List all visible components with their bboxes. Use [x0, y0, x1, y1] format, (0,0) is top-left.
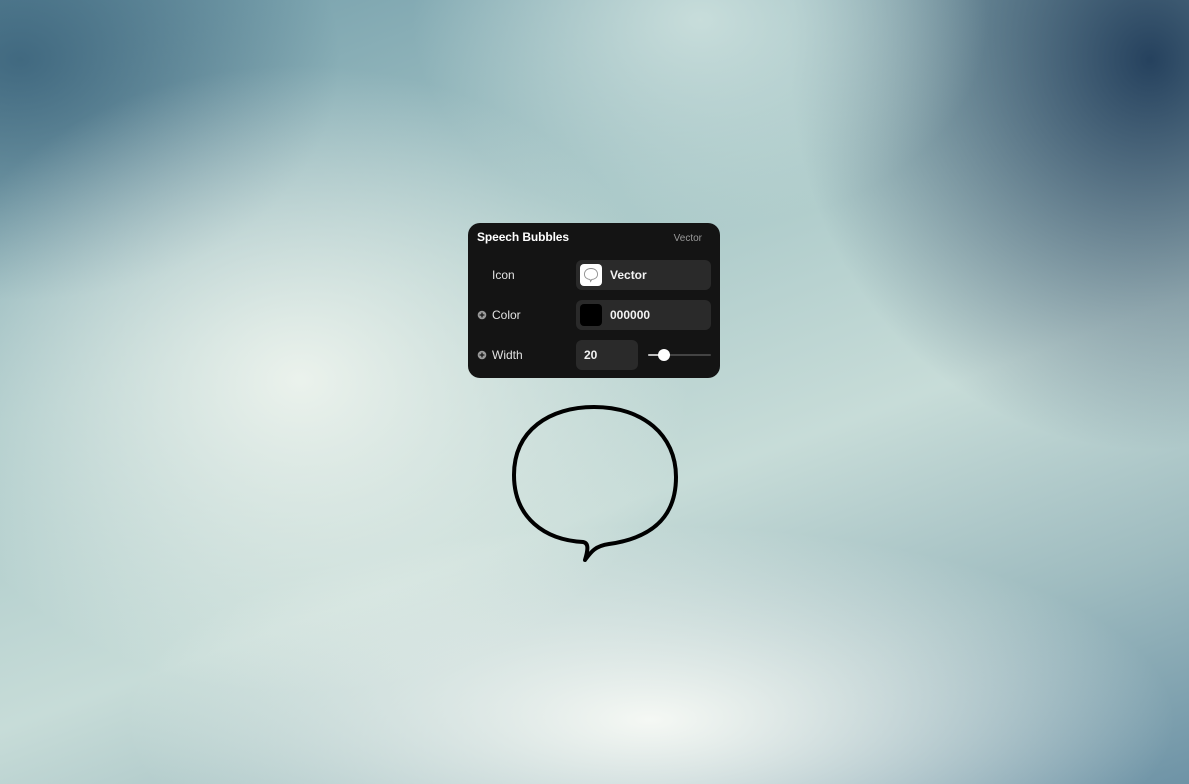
width-slider-thumb[interactable] [657, 349, 670, 361]
color-row-label: Color [492, 308, 521, 322]
panel-title: Speech Bubbles [477, 230, 569, 244]
add-color-icon[interactable] [477, 310, 487, 320]
icon-picker-value: Vector [610, 268, 647, 282]
speech-bubble-icon [580, 264, 602, 286]
panel-type-label: Vector [673, 233, 702, 244]
add-width-icon[interactable] [477, 350, 487, 360]
width-input[interactable]: 20 [576, 340, 638, 370]
icon-picker[interactable]: Vector [576, 260, 711, 290]
color-swatch[interactable] [580, 304, 602, 326]
color-hex-value: 000000 [610, 308, 651, 322]
width-row-label: Width [492, 348, 523, 362]
color-field[interactable]: 000000 [576, 300, 711, 330]
icon-row-label: Icon [492, 268, 515, 282]
properties-panel: Speech Bubbles Vector Icon Vector Color … [468, 223, 720, 378]
width-input-value: 20 [584, 348, 598, 362]
speech-bubble-shape[interactable] [505, 400, 685, 570]
width-slider[interactable] [648, 349, 711, 361]
